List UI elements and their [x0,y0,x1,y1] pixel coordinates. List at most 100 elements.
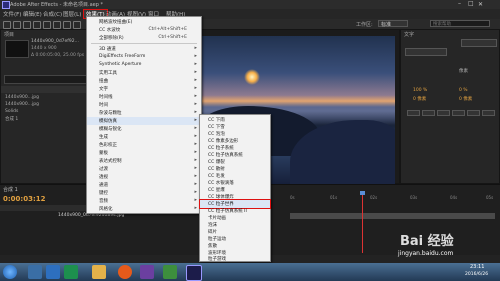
zoom-tool-icon[interactable] [23,21,31,29]
window-title: Adobe After Effects - 未命名项目.aep * [10,2,103,8]
menu-item[interactable]: Synthetic Aperture ▸ [87,61,201,69]
submenu-arrow-icon: ▸ [194,157,197,163]
list-item[interactable]: 1440x900...jpg [5,102,39,107]
list-item[interactable]: 1440x900...jpg [5,95,39,100]
baseline-value[interactable]: 0 像素 [413,96,426,102]
bold-button[interactable] [407,110,420,116]
folder-icon[interactable] [92,265,106,279]
firefox-icon[interactable] [118,265,132,279]
ae-logo-icon [2,1,10,9]
menu-item[interactable]: 网格波纹扭曲(E) [87,18,201,26]
app-icon[interactable] [64,265,78,279]
menu-item[interactable]: 生成 ▸ [87,133,201,141]
submenu-arrow-icon: ▸ [194,125,197,131]
scale-horizontal-value[interactable]: 0 % [459,88,468,93]
list-item[interactable]: 合成 1 [5,116,18,122]
menu-item[interactable]: 通道 ▸ [87,181,201,189]
rotate-tool-icon[interactable] [33,21,41,29]
ruler-mark: 05s [486,195,494,200]
leading-value[interactable]: 像素 [459,68,468,74]
effect-submenu: CC 下雨 CC 下雪 CC 泡泡 CC 像素多边形 CC 粒子系统 CC 粒子… [199,114,271,262]
project-column-header [1,86,91,93]
search-help-input[interactable]: 搜索帮助 [430,20,490,27]
menu-item[interactable]: 过渡 ▸ [87,165,201,173]
menu-item[interactable]: 时间线 ▸ [87,93,201,101]
menu-file[interactable]: 文件(F) [3,10,21,18]
selection-tool-icon[interactable] [3,21,11,29]
baidu-watermark: Bai 经验 [400,234,454,249]
layer-bar[interactable] [290,213,495,219]
ruler-mark: 02s [370,195,378,200]
menu-item[interactable]: 音频 ▸ [87,197,201,205]
ruler-mark: 04s [450,195,458,200]
menu-edit[interactable]: 编辑(E) [23,10,42,18]
font-select[interactable] [461,39,497,47]
menu-item[interactable]: 文字 ▸ [87,85,201,93]
submenu-arrow-icon: ▸ [194,117,197,123]
menu-item[interactable]: CC 水波纹 Ctrl+Alt+Shift+E [87,26,201,34]
submenu-arrow-icon: ▸ [194,141,197,147]
ruler-mark: 0s [290,195,295,200]
submenu-arrow-icon: ▸ [194,205,197,211]
timeline-tab[interactable]: 合成 1 [3,186,18,193]
project-panel: 项目 1440x900_0d7ef92... 1440 x 900 Δ 0:00… [0,29,92,184]
menu-item[interactable]: 实用工具 ▸ [87,69,201,77]
ruler-mark: 01s [330,195,338,200]
menu-item[interactable]: 全部移除(R) Ctrl+Shift+E [87,34,201,42]
all-caps-button[interactable] [437,110,450,116]
comp-name: 1440x900_0d7ef92... [31,39,79,44]
menu-item[interactable]: 色彩校正 ▸ [87,141,201,149]
submenu-arrow-icon: ▸ [194,133,197,139]
time-ruler[interactable]: 0s 01s 02s 03s 04s 05s [290,195,500,201]
menu-item[interactable]: 键控 ▸ [87,189,201,197]
menu-item[interactable]: 透视 ▸ [87,173,201,181]
menu-item[interactable]: DigiEffects FreeForm ▸ [87,53,201,61]
small-caps-button[interactable] [452,110,465,116]
menu-item[interactable]: 3D 通道 ▸ [87,45,201,53]
menu-composition[interactable]: 合成(C) [43,10,62,18]
menu-item[interactable]: 扭曲 ▸ [87,77,201,85]
menu-item[interactable]: 风格化 ▸ [87,205,201,213]
menu-item[interactable]: 时间 ▸ [87,101,201,109]
superscript-button[interactable] [467,110,480,116]
maximize-icon[interactable]: □ [468,0,474,7]
clock-time: 23:11 [470,264,485,270]
minimize-icon[interactable]: – [458,0,461,7]
scale-vertical-value[interactable]: 100 % [413,88,427,93]
after-effects-icon[interactable] [186,265,202,281]
menu-item[interactable]: 杂波与颗粒 ▸ [87,109,201,117]
playhead-handle-icon[interactable] [360,191,365,195]
menu-item-highlighted[interactable]: 模拟仿真 ▸ [87,117,201,125]
menu-item[interactable]: 表达式控制 ▸ [87,157,201,165]
list-item[interactable]: Solids [5,109,18,114]
camera-tool-icon[interactable] [43,21,51,29]
workspace-select[interactable]: 标准 [378,20,408,28]
ie-icon[interactable] [28,265,42,279]
timecode[interactable]: 0:00:03:12 [3,195,46,203]
menu-item[interactable]: 蒙板 ▸ [87,149,201,157]
menu-layer[interactable]: 图层(L) [63,10,81,18]
hand-tool-icon[interactable] [13,21,21,29]
text-style-buttons [407,110,495,116]
app-icon[interactable] [140,265,154,279]
app-icon[interactable] [163,265,177,279]
submenu-arrow-icon: ▸ [194,149,197,155]
playhead[interactable] [362,193,363,253]
taskbar: 23:11 2016/6/26 [0,263,500,281]
text-tool-icon[interactable] [63,21,71,29]
start-button-icon[interactable] [3,265,17,279]
submenu-arrow-icon: ▸ [194,165,197,171]
font-style-select[interactable] [405,48,447,56]
italic-button[interactable] [422,110,435,116]
close-icon[interactable]: ✕ [478,1,483,8]
menu-item[interactable]: 模糊与锐化 ▸ [87,125,201,133]
tsume-value[interactable]: 0 像素 [459,96,472,102]
pen-tool-icon[interactable] [53,21,61,29]
submenu-item[interactable]: 粒子游戏 [200,255,270,263]
submenu-arrow-icon: ▸ [194,189,197,195]
app-icon[interactable] [46,265,60,279]
brush-tool-icon[interactable] [73,21,81,29]
ruler-mark: 03s [410,195,418,200]
subscript-button[interactable] [482,110,495,116]
project-search-input[interactable] [4,75,90,84]
